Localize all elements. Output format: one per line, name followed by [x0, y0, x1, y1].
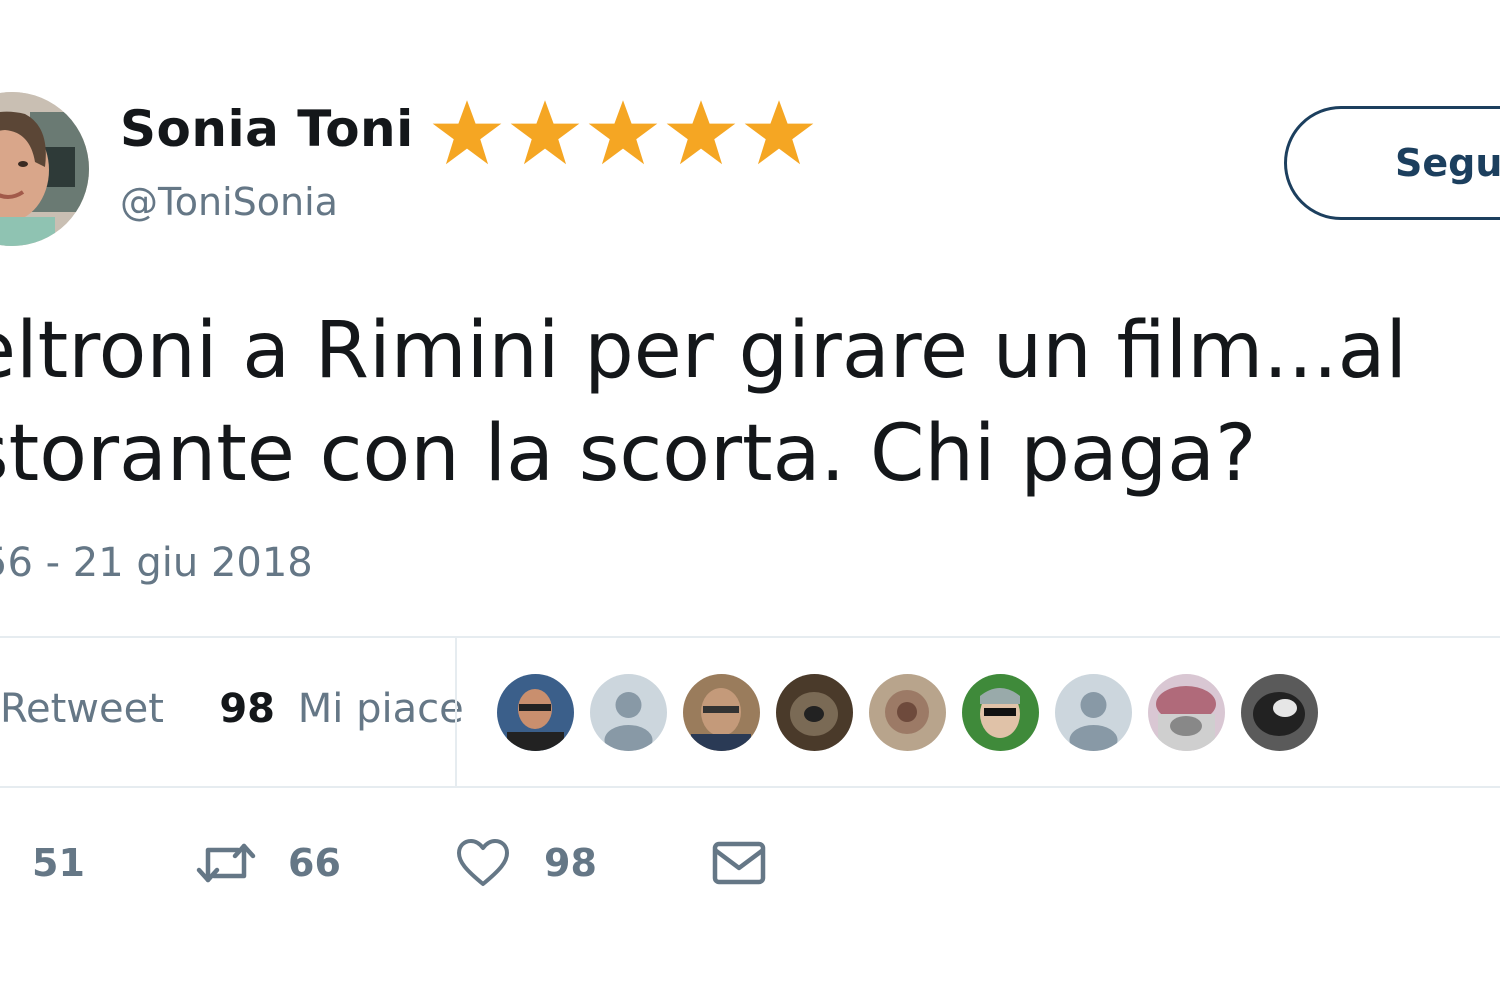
star-icon — [666, 100, 736, 165]
avatar-photo — [0, 92, 89, 246]
divider — [455, 638, 457, 786]
liker-avatar[interactable] — [962, 674, 1039, 751]
engagement-stats: Retweet 98 Mi piace — [0, 686, 464, 732]
tweet-card: Sonia Toni @ToniSonia Segui eltroni a Ri… — [0, 0, 1500, 1000]
like-count: 98 — [544, 841, 597, 885]
tweet-timestamp[interactable]: 56 - 21 giu 2018 — [0, 540, 313, 586]
liker-avatar[interactable] — [1148, 674, 1225, 751]
default-avatar-icon[interactable] — [590, 674, 667, 751]
default-avatar-icon[interactable] — [1055, 674, 1132, 751]
follow-button[interactable]: Segui — [1284, 106, 1500, 220]
star-icon — [744, 100, 814, 165]
star-icon — [510, 100, 580, 165]
divider — [0, 636, 1500, 638]
direct-message-action[interactable] — [712, 828, 766, 898]
reply-action[interactable]: 51 — [32, 828, 85, 898]
author-avatar[interactable] — [0, 92, 89, 246]
retweet-stat-label[interactable]: Retweet — [0, 686, 164, 732]
tweet-action-bar: 51 66 98 — [0, 828, 1500, 898]
liker-avatar[interactable] — [497, 674, 574, 751]
retweet-action[interactable]: 66 — [196, 828, 341, 898]
star-icon — [588, 100, 658, 165]
envelope-icon — [712, 841, 766, 885]
name-star-decoration — [428, 94, 818, 172]
heart-icon — [457, 839, 509, 886]
tweet-text-line: storante con la scorta. Chi paga? — [0, 409, 1257, 499]
like-action[interactable]: 98 — [456, 828, 597, 898]
tweet-text: eltroni a Rimini per girare un film...al… — [0, 300, 1500, 506]
star-icon — [432, 100, 502, 165]
likes-stat-label[interactable]: Mi piace — [298, 686, 464, 732]
likes-stat-count[interactable]: 98 — [219, 686, 275, 732]
tweet-text-line: eltroni a Rimini per girare un film...al — [0, 306, 1408, 396]
retweet-icon — [196, 843, 256, 883]
author-display-name[interactable]: Sonia Toni — [120, 100, 414, 158]
liker-avatar[interactable] — [776, 674, 853, 751]
reply-count: 51 — [32, 841, 85, 885]
liker-avatar[interactable] — [1241, 674, 1318, 751]
author-handle[interactable]: @ToniSonia — [120, 180, 338, 224]
retweet-count: 66 — [288, 841, 341, 885]
liker-avatars — [497, 674, 1318, 751]
divider — [0, 786, 1500, 788]
liker-avatar[interactable] — [683, 674, 760, 751]
liker-avatar[interactable] — [869, 674, 946, 751]
